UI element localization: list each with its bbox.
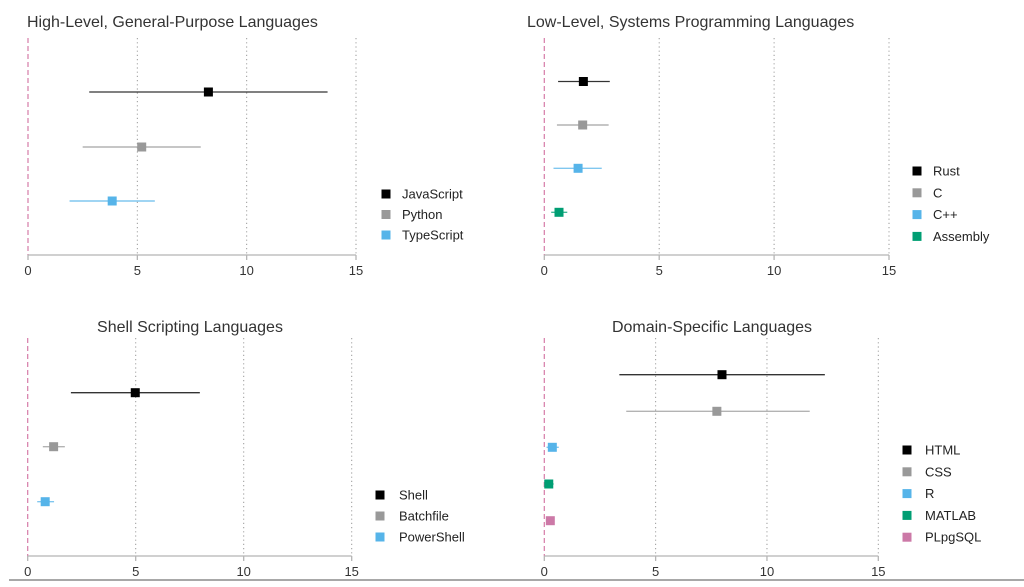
legend-label: R: [925, 486, 934, 501]
legend-swatch: [912, 231, 922, 241]
legend-label: Shell: [399, 488, 428, 503]
legend-label: JavaScript: [402, 187, 463, 202]
legend-label: HTML: [925, 443, 960, 458]
x-tick-label: 10: [760, 564, 774, 579]
x-tick-label: 5: [134, 263, 141, 278]
legend-swatch: [912, 210, 922, 220]
legend-swatch: [375, 490, 385, 500]
legend-label: CSS: [925, 464, 952, 479]
point-estimate-c++: [573, 163, 583, 173]
point-estimate-typescript: [107, 196, 117, 206]
x-tick-label: 15: [349, 263, 363, 278]
x-tick-label: 15: [871, 564, 885, 579]
legend-swatch: [902, 510, 912, 520]
point-estimate-r: [547, 442, 557, 452]
legend-label: Rust: [933, 164, 960, 179]
panel-title: Low-Level, Systems Programming Languages: [527, 14, 854, 31]
legend-label: C++: [933, 207, 958, 222]
legend-swatch: [902, 532, 912, 542]
point-estimate-shell: [130, 388, 140, 398]
panel-domain-specific-languages: Domain-Specific Languages 0 5 10 15 HTML CSS R…: [541, 319, 982, 579]
legend-swatch: [381, 210, 391, 219]
legend-swatch: [902, 467, 912, 477]
panel-high-level-languages: High-Level, General-Purpose Languages 0 5…: [24, 14, 463, 278]
x-tick-label: 10: [239, 263, 253, 278]
legend-label: Python: [402, 207, 442, 222]
panel-title: High-Level, General-Purpose Languages: [27, 14, 318, 31]
x-tick-label: 5: [132, 564, 139, 579]
point-estimate-matlab: [544, 479, 554, 489]
legend-label: MATLAB: [925, 508, 976, 523]
x-tick-label: 0: [24, 564, 31, 579]
legend-label: C: [933, 185, 942, 200]
legend-swatch: [912, 166, 922, 176]
point-estimate-powershell: [40, 497, 50, 507]
panel-title: Domain-Specific Languages: [612, 319, 812, 336]
legend-swatch: [912, 188, 922, 198]
x-tick-label: 10: [236, 564, 250, 579]
legend-swatch: [375, 532, 385, 542]
legend-label: PLpgSQL: [925, 530, 981, 545]
legend-swatch: [902, 489, 912, 499]
x-tick-label: 0: [24, 263, 31, 278]
x-tick-label: 10: [767, 263, 781, 278]
legend-swatch: [381, 189, 391, 199]
x-tick-label: 5: [656, 263, 663, 278]
forest-plot-figure: High-Level, General-Purpose Languages 0 5…: [9, 14, 1024, 581]
legend-label: Assembly: [933, 229, 990, 244]
legend-label: PowerShell: [399, 530, 465, 545]
point-estimate-html: [717, 370, 727, 380]
point-estimate-javascript: [203, 87, 213, 97]
point-estimate-css: [712, 406, 722, 416]
point-estimate-c: [578, 120, 588, 130]
point-estimate-batchfile: [49, 442, 59, 452]
legend-swatch: [375, 511, 385, 521]
legend-swatch: [902, 445, 912, 455]
x-tick-label: 15: [882, 263, 896, 278]
point-estimate-assembly: [554, 207, 564, 217]
panel-systems-languages: Low-Level, Systems Programming Languages…: [527, 14, 990, 278]
x-tick-label: 0: [541, 564, 548, 579]
panel-shell-languages: Shell Scripting Languages 0 5 10 15 Shell Bat…: [24, 319, 465, 579]
x-tick-label: 15: [344, 564, 358, 579]
point-estimate-plpgsql: [545, 516, 555, 526]
panel-title: Shell Scripting Languages: [97, 319, 283, 336]
legend-swatch: [381, 230, 391, 240]
point-estimate-python: [137, 142, 147, 152]
x-tick-label: 5: [652, 564, 659, 579]
legend-label: TypeScript: [402, 228, 464, 243]
point-estimate-rust: [578, 77, 588, 86]
legend-label: Batchfile: [399, 509, 449, 524]
x-tick-label: 0: [541, 263, 548, 278]
